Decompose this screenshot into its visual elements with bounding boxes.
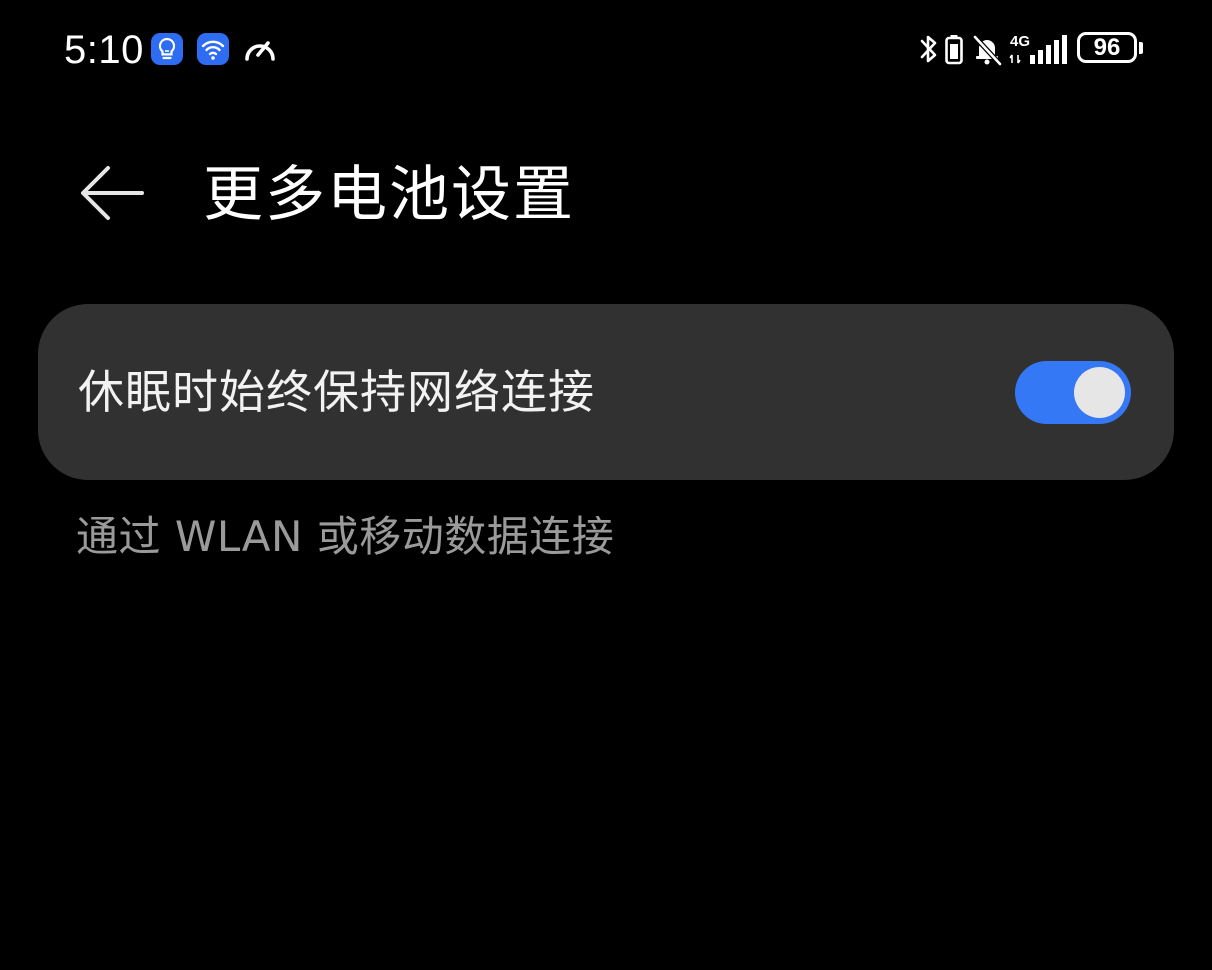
page-title: 更多电池设置	[203, 160, 575, 230]
setting-card-keep-network[interactable]: 休眠时始终保持网络连接	[38, 304, 1174, 480]
speedometer-icon	[241, 33, 279, 65]
bell-muted-icon	[970, 31, 1004, 67]
status-time: 5:10	[64, 28, 144, 72]
signal-4g-icon: 4G	[1008, 31, 1070, 67]
keep-network-toggle[interactable]	[1015, 361, 1131, 424]
battery-indicator: 96	[1077, 32, 1137, 63]
app-header: 更多电池设置	[0, 140, 1212, 250]
network-type-label: 4G	[1010, 33, 1030, 50]
battery-saver-icon	[943, 31, 965, 67]
bluetooth-icon	[918, 31, 940, 67]
battery-nub	[1139, 42, 1143, 54]
arrow-left-icon	[81, 166, 144, 220]
battery-level: 96	[1093, 33, 1121, 61]
toggle-knob	[1074, 367, 1125, 418]
setting-description: 通过 WLAN 或移动数据连接	[76, 512, 615, 561]
status-bar: 5:10 4G 96	[0, 0, 1212, 100]
setting-label: 休眠时始终保持网络连接	[78, 365, 595, 419]
back-button[interactable]	[72, 158, 152, 228]
wifi-app-icon	[197, 33, 229, 65]
lightbulb-app-icon	[151, 33, 183, 65]
